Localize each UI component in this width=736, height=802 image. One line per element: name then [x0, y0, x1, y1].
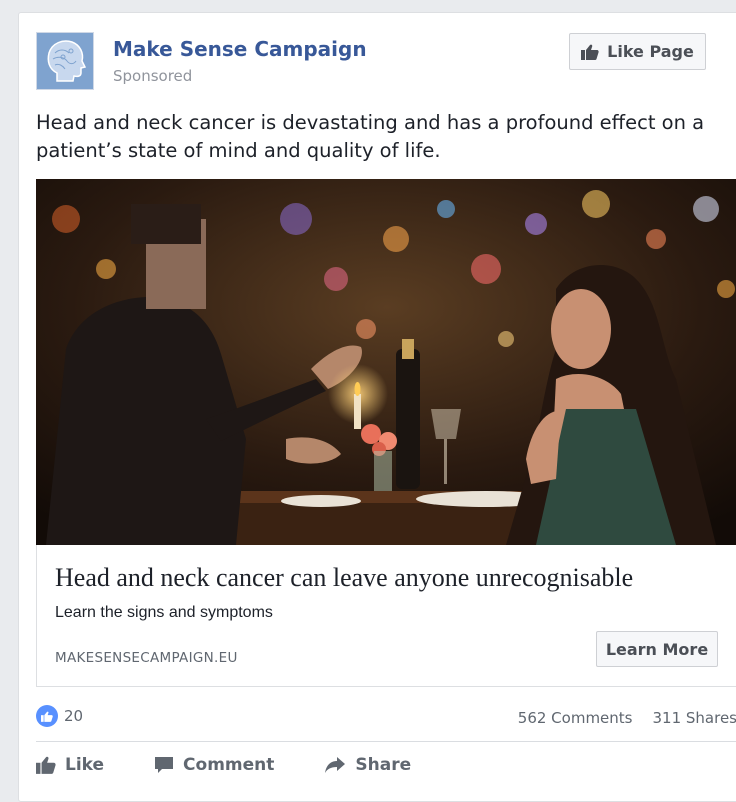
reaction-count: 20 [64, 707, 83, 725]
link-description: Learn the signs and symptoms [55, 604, 273, 622]
page-avatar[interactable] [36, 32, 94, 90]
post-message: Head and neck cancer is devastating and … [36, 109, 736, 165]
page-name-link[interactable]: Make Sense Campaign [113, 37, 367, 61]
engagement-stats: 562 Comments 311 Shares [518, 709, 736, 727]
share-arrow-icon [324, 756, 346, 774]
link-domain: MAKESENSECAMPAIGN.EU [55, 650, 238, 666]
ad-image[interactable] [36, 179, 736, 545]
comment-label: Comment [183, 755, 274, 775]
like-reaction-icon [36, 705, 58, 727]
dinner-photo [36, 179, 736, 545]
share-label: Share [355, 755, 411, 775]
sponsored-post: Make Sense Campaign Sponsored Like Page … [18, 12, 736, 802]
like-label: Like [65, 755, 104, 775]
shares-count[interactable]: 311 Shares [653, 709, 736, 727]
thumbs-up-icon [36, 756, 56, 774]
thumbs-up-icon [581, 44, 599, 60]
like-button[interactable]: Like [36, 755, 104, 775]
share-button[interactable]: Share [324, 755, 411, 775]
action-divider [36, 741, 736, 742]
link-headline[interactable]: Head and neck cancer can leave anyone un… [55, 563, 633, 593]
comment-icon [154, 756, 174, 774]
action-bar: Like Comment Share [36, 755, 411, 775]
link-preview[interactable]: Head and neck cancer can leave anyone un… [36, 545, 736, 687]
reaction-summary[interactable]: 20 [36, 705, 83, 727]
comment-button[interactable]: Comment [154, 755, 274, 775]
learn-more-button[interactable]: Learn More [596, 631, 718, 667]
sponsored-label[interactable]: Sponsored [113, 67, 192, 85]
like-page-label: Like Page [607, 42, 694, 61]
like-page-button[interactable]: Like Page [569, 33, 706, 70]
comments-count[interactable]: 562 Comments [518, 709, 633, 727]
head-profile-icon [43, 37, 87, 85]
